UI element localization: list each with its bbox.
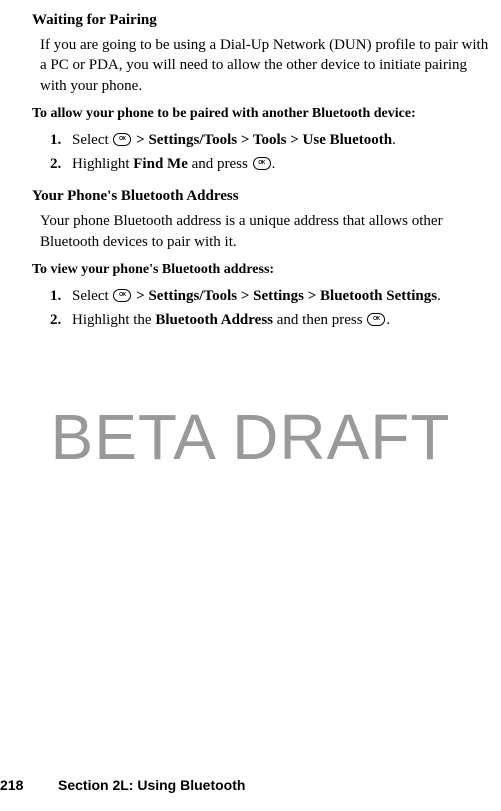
step-content: Select > Settings/Tools > Settings > Blu… xyxy=(72,286,489,306)
step-item: 1. Select > Settings/Tools > Tools > Use… xyxy=(50,130,489,150)
step-item: 2. Highlight Find Me and press . xyxy=(50,154,489,174)
page-footer: 218 Section 2L: Using Bluetooth xyxy=(0,777,245,793)
footer-section-label: Section 2L: Using Bluetooth xyxy=(58,777,245,793)
instruction-pairing: To allow your phone to be paired with an… xyxy=(32,106,489,122)
ok-key-icon xyxy=(367,313,385,326)
watermark-text: BETA DRAFT xyxy=(0,400,501,474)
step-content: Select > Settings/Tools > Tools > Use Bl… xyxy=(72,130,489,150)
section-body-pairing: If you are going to be using a Dial-Up N… xyxy=(40,35,489,96)
section-body-address: Your phone Bluetooth address is a unique… xyxy=(40,211,489,252)
ok-key-icon xyxy=(113,289,131,302)
section-heading-pairing: Waiting for Pairing xyxy=(32,12,489,29)
section-heading-address: Your Phone's Bluetooth Address xyxy=(32,188,489,205)
step-text: Select xyxy=(72,288,112,304)
step-content: Highlight Find Me and press . xyxy=(72,154,489,174)
step-text: Select xyxy=(72,132,112,148)
step-bold: > Settings/Tools > Tools > Use Bluetooth xyxy=(132,132,392,148)
step-text: Highlight xyxy=(72,156,133,172)
page-content: Waiting for Pairing If you are going to … xyxy=(0,12,501,330)
step-bold: > Settings/Tools > Settings > Bluetooth … xyxy=(132,288,437,304)
step-number: 1. xyxy=(50,286,72,306)
step-text: . xyxy=(437,288,441,304)
step-text: . xyxy=(272,156,276,172)
step-number: 2. xyxy=(50,310,72,330)
step-text: . xyxy=(392,132,396,148)
instruction-address: To view your phone's Bluetooth address: xyxy=(32,262,489,278)
step-number: 2. xyxy=(50,154,72,174)
step-bold: Bluetooth Address xyxy=(155,312,273,328)
page-number: 218 xyxy=(0,777,40,793)
step-text: and press xyxy=(188,156,252,172)
step-item: 2. Highlight the Bluetooth Address and t… xyxy=(50,310,489,330)
step-item: 1. Select > Settings/Tools > Settings > … xyxy=(50,286,489,306)
step-content: Highlight the Bluetooth Address and then… xyxy=(72,310,489,330)
step-text: Highlight the xyxy=(72,312,155,328)
ok-key-icon xyxy=(253,157,271,170)
ok-key-icon xyxy=(113,133,131,146)
step-text: and then press xyxy=(273,312,366,328)
step-bold: Find Me xyxy=(133,156,188,172)
step-text: . xyxy=(386,312,390,328)
step-number: 1. xyxy=(50,130,72,150)
